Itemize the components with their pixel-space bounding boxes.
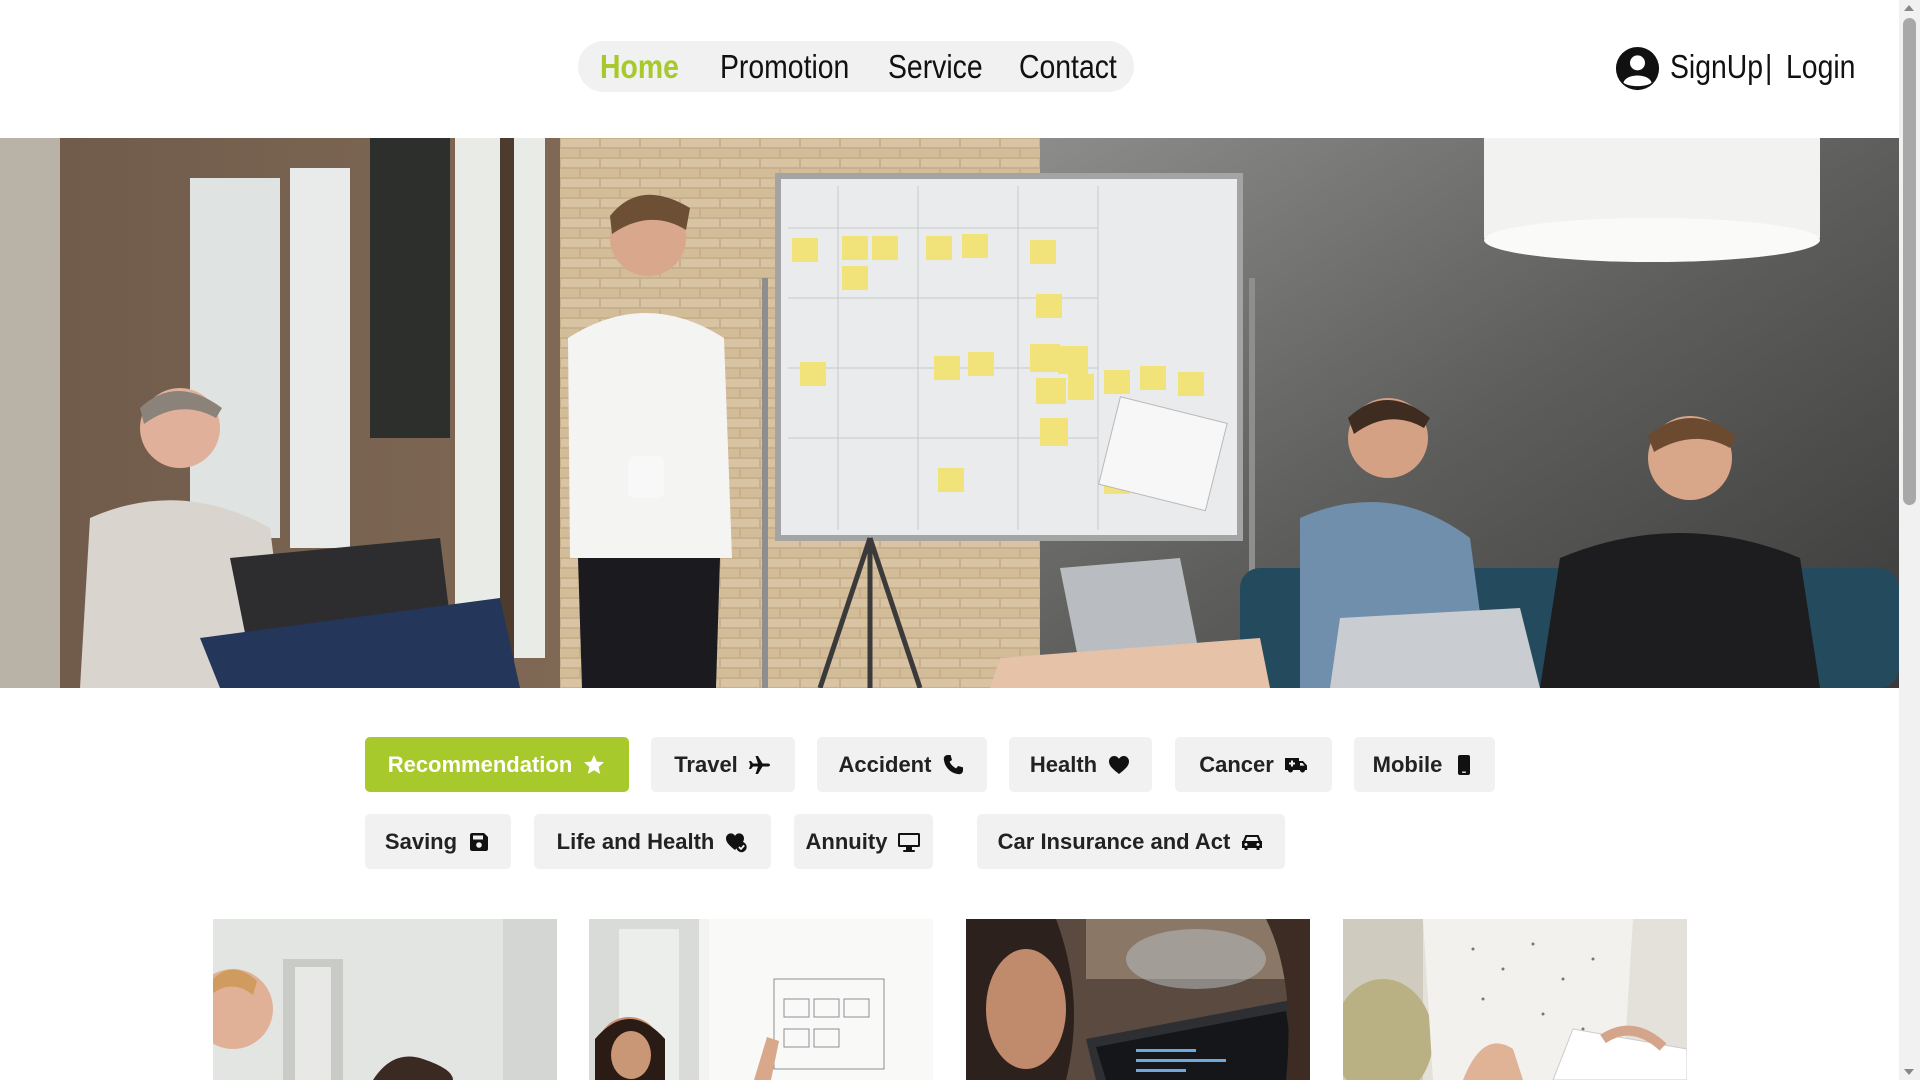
category-mobile[interactable]: Mobile: [1354, 737, 1495, 792]
nav-link-promotion[interactable]: Promotion: [720, 48, 849, 86]
auth-separator: |: [1765, 48, 1773, 85]
hero-banner-image: [0, 138, 1899, 688]
category-label: Cancer: [1199, 751, 1274, 777]
category-car-insurance-and-act[interactable]: Car Insurance and Act: [977, 814, 1285, 869]
category-cancer[interactable]: Cancer: [1175, 737, 1332, 792]
mobile-icon: [1458, 754, 1471, 775]
signup-link[interactable]: SignUp: [1670, 48, 1763, 86]
page-scrollbar[interactable]: [1899, 0, 1920, 1080]
category-life-and-health[interactable]: Life and Health: [534, 814, 771, 869]
nav-link-home[interactable]: Home: [600, 48, 679, 86]
product-card-image-3[interactable]: [966, 919, 1310, 1080]
monitor-icon: [898, 832, 921, 852]
category-label: Car Insurance and Act: [997, 828, 1231, 854]
scroll-thumb[interactable]: [1903, 18, 1916, 505]
nav-link-service[interactable]: Service: [888, 48, 983, 86]
scroll-down-arrow-icon[interactable]: [1904, 1069, 1914, 1075]
star-icon: [584, 754, 605, 774]
plane-icon: [748, 755, 770, 774]
heart-icon: [1109, 755, 1130, 774]
category-label: Annuity: [805, 828, 888, 854]
product-card-image-4[interactable]: [1343, 919, 1687, 1080]
category-annuity[interactable]: Annuity: [794, 814, 933, 869]
car-icon: [1242, 834, 1263, 850]
floppy-disk-icon: [470, 832, 489, 851]
ambulance-icon: [1284, 757, 1307, 772]
category-label: Mobile: [1372, 751, 1443, 777]
product-card-image-2[interactable]: [589, 919, 933, 1080]
product-card-image-1[interactable]: [213, 919, 557, 1080]
category-travel[interactable]: Travel: [651, 737, 795, 792]
category-label: Travel: [674, 751, 738, 777]
category-label: Accident: [838, 751, 932, 777]
category-label: Saving: [384, 828, 458, 854]
category-recommendation[interactable]: Recommendation: [365, 737, 629, 792]
category-label: Life and Health: [556, 828, 715, 854]
nav-link-contact[interactable]: Contact: [1019, 48, 1117, 86]
category-saving[interactable]: Saving: [365, 814, 511, 869]
category-label: Recommendation: [387, 751, 573, 777]
login-link[interactable]: Login: [1786, 48, 1855, 86]
heart-check-icon: [726, 832, 748, 852]
phone-icon: [944, 754, 964, 774]
main-nav: Home Promotion Service Contact: [578, 41, 1134, 92]
scroll-up-arrow-icon[interactable]: [1904, 5, 1914, 11]
category-label: Health: [1029, 751, 1098, 777]
category-health[interactable]: Health: [1009, 737, 1152, 792]
auth-area: SignUp | Login: [1615, 44, 1855, 92]
user-circle-icon[interactable]: [1615, 46, 1660, 91]
category-accident[interactable]: Accident: [817, 737, 987, 792]
